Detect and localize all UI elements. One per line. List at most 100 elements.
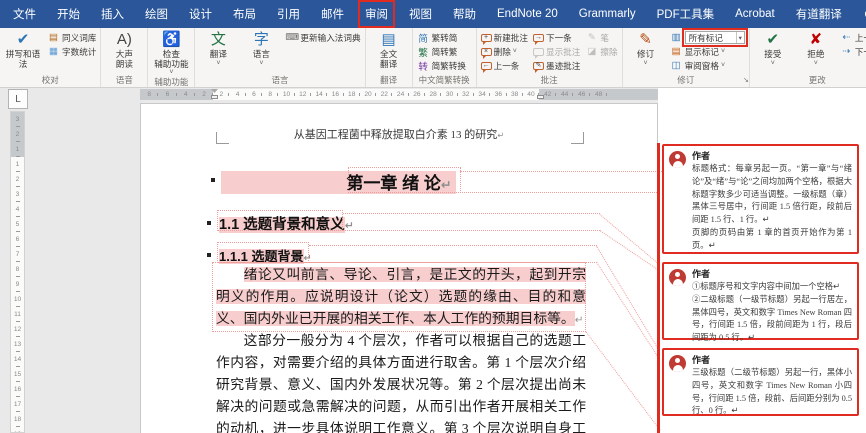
menu-tab-9[interactable]: 视图 — [405, 3, 436, 25]
comment-range-box — [217, 242, 309, 263]
button-label: 接受 — [764, 50, 781, 60]
comment-card-1[interactable]: 作者①标题序号和文字内容中间加一个空格↵ ②二级标题（一级节标题）另起一行居左，… — [662, 262, 859, 340]
button-label: 同义词库 — [62, 32, 96, 44]
ribbon-group-label: 批注 — [479, 74, 620, 87]
next-change-button[interactable]: ⇢下一处 — [838, 45, 866, 58]
accessibility-button[interactable]: ♿检查 辅助功能˅ — [150, 29, 192, 76]
ruler-number: 13 — [11, 337, 24, 352]
outline-bullet — [207, 253, 211, 257]
ruler-number: 18 — [344, 89, 360, 100]
menu-tab-8[interactable]: 审阅 — [361, 3, 392, 25]
chevron-down-icon: ˅ — [771, 61, 775, 67]
ruler-number: 44 — [556, 89, 573, 100]
next-comment-button[interactable]: →下一条 — [531, 31, 582, 44]
dialog-launcher-icon[interactable]: ↘ — [743, 75, 749, 87]
comment-range-line — [460, 192, 659, 193]
menu-tab-15[interactable]: 有道翻译 — [792, 3, 846, 25]
ruler-number: 7 — [11, 247, 24, 262]
comment-author-icon — [669, 269, 686, 286]
previous-comment-button[interactable]: ←上一条 — [479, 59, 530, 72]
menu-tab-3[interactable]: 绘图 — [141, 3, 172, 25]
comment-author-icon — [669, 355, 686, 372]
ribbon-group-label-text: 修订 — [677, 75, 694, 85]
menu-tab-0[interactable]: 文件 — [9, 3, 40, 25]
simplified-to-traditional-icon: 繁 — [417, 45, 430, 59]
reviewing-pane-button[interactable]: ◫审阅窗格˅ — [668, 59, 747, 72]
ruler-number: 8 — [11, 262, 24, 277]
word-count-icon: ▦ — [47, 46, 60, 57]
comment-author: 作者 — [692, 267, 853, 280]
eraser-icon: ◪ — [585, 46, 598, 57]
full-translate-icon: ▤ — [381, 31, 395, 48]
ribbon-group-8: ✔接受˅✘拒绝˅⇠上一处⇢下一处更改 — [750, 28, 866, 87]
ribbon-group-label-text: 校对 — [42, 75, 59, 85]
ruler-number: 6 — [11, 232, 24, 247]
ruler-number: 20 — [360, 89, 376, 100]
ruler-number: 30 — [441, 89, 457, 100]
simplified-to-traditional-button[interactable]: 繁简转繁 — [415, 45, 468, 58]
left-indent-marker[interactable] — [211, 95, 218, 99]
previous-change-button[interactable]: ⇠上一处 — [838, 31, 866, 44]
menu-tab-10[interactable]: 帮助 — [449, 3, 480, 25]
comment-card-0[interactable]: 作者标题格式：每章另起一页。“第一章”与“绪论”及“绪”与“论”之间均加两个空格… — [662, 144, 859, 254]
word-count-button[interactable]: ▦字数统计 — [45, 45, 98, 58]
simplified-traditional-convert-button[interactable]: 转简繁转换 — [415, 59, 468, 72]
menu-bar: 文件开始插入绘图设计布局引用邮件审阅视图帮助 EndNote 20 Grammarl… — [0, 0, 866, 28]
ruler-segment: 321 — [11, 112, 24, 157]
delete-comment-button[interactable]: ×删除˅ — [479, 45, 530, 58]
ime-dictionary-icon: ⌨ — [285, 32, 298, 43]
translate-button[interactable]: 文翻译˅ — [197, 29, 239, 67]
comment-card-2[interactable]: 作者三级标题（二级节标题）另起一行，黑体小四号，英文和数字 Times New … — [662, 348, 859, 416]
menu-tab-2[interactable]: 插入 — [97, 3, 128, 25]
ruler-number: 19 — [11, 427, 24, 433]
button-label: 语言 — [253, 50, 270, 60]
button-label: 审阅窗格 — [685, 60, 719, 72]
all-markup-button[interactable]: ▥所有标记▾ — [668, 31, 747, 44]
thesaurus-button[interactable]: ▤同义词库 — [45, 31, 98, 44]
track-changes-button[interactable]: ✎修订˅ — [625, 29, 667, 67]
vertical-ruler: 3211234567891011121314151617181920 — [10, 111, 25, 433]
spellcheck-button[interactable]: ✔拼写和语法 — [2, 29, 44, 69]
accept-button[interactable]: ✔接受˅ — [752, 29, 794, 67]
reject-button[interactable]: ✘拒绝˅ — [795, 29, 837, 67]
ribbon-group-1: A)大声 朗读语音 — [101, 28, 148, 87]
button-label: 简繁转换 — [432, 60, 466, 72]
previous-comment-icon: ← — [481, 62, 492, 70]
new-comment-button[interactable]: +新建批注 — [479, 31, 530, 44]
menu-tab-12[interactable]: Grammarly — [575, 5, 640, 23]
all-markup-dropdown[interactable]: 所有标记▾ — [685, 31, 745, 44]
comment-text: ①标题序号和文字内容中间加一个空格↵ ②二级标题（一级节标题）另起一行居左，黑体… — [692, 281, 852, 345]
ribbon-group-label: 语音 — [103, 74, 145, 87]
comment-range-box — [348, 167, 461, 193]
menu-tab-6[interactable]: 引用 — [273, 3, 304, 25]
menu-tab-13[interactable]: PDF工具集 — [653, 3, 719, 25]
traditional-to-simplified-button[interactable]: 简繁转简 — [415, 31, 468, 44]
document-workspace: 3211234567891011121314151617181920 从基因工程… — [0, 101, 866, 433]
ruler-number: 32 — [458, 89, 474, 100]
menu-tab-5[interactable]: 布局 — [229, 3, 260, 25]
previous-change-icon: ⇠ — [840, 32, 853, 43]
comment-text: 标题格式：每章另起一页。“第一章”与“绪论”及“绪”与“论”之间均加两个空格，根… — [692, 163, 852, 253]
read-aloud-button[interactable]: A)大声 朗读 — [103, 29, 145, 69]
ruler-number: 9 — [11, 277, 24, 292]
ruler-number: 1 — [11, 142, 24, 157]
menu-tab-11[interactable]: EndNote 20 — [493, 5, 562, 23]
show-markup-button[interactable]: ▤显示标记˅ — [668, 45, 747, 58]
tab-stop-selector[interactable]: L — [8, 89, 28, 109]
ribbon-group-label-text: 辅助功能 — [154, 77, 188, 87]
menu-tab-4[interactable]: 设计 — [185, 3, 216, 25]
right-indent-marker[interactable] — [537, 95, 544, 99]
ruler-number: 10 — [278, 89, 294, 100]
menu-tab-14[interactable]: Acrobat — [731, 5, 779, 23]
ime-dictionary-button[interactable]: ⌨更新输入法词典 — [283, 31, 362, 44]
page-header-title: 从基因工程菌中释放提取白介素 13 的研究 — [294, 129, 498, 141]
ruler-number: 11 — [11, 307, 24, 322]
comment-author: 作者 — [692, 149, 853, 162]
pen-button: ✎笔 — [583, 31, 619, 44]
menu-tab-1[interactable]: 开始 — [53, 3, 84, 25]
ink-comment-button[interactable]: ✎墨迹批注 — [531, 59, 582, 72]
language-button[interactable]: 字语言˅ — [240, 29, 282, 67]
comment-range-box — [212, 262, 586, 332]
full-translate-button[interactable]: ▤全文 翻译 — [368, 29, 410, 69]
menu-tab-7[interactable]: 邮件 — [317, 3, 348, 25]
